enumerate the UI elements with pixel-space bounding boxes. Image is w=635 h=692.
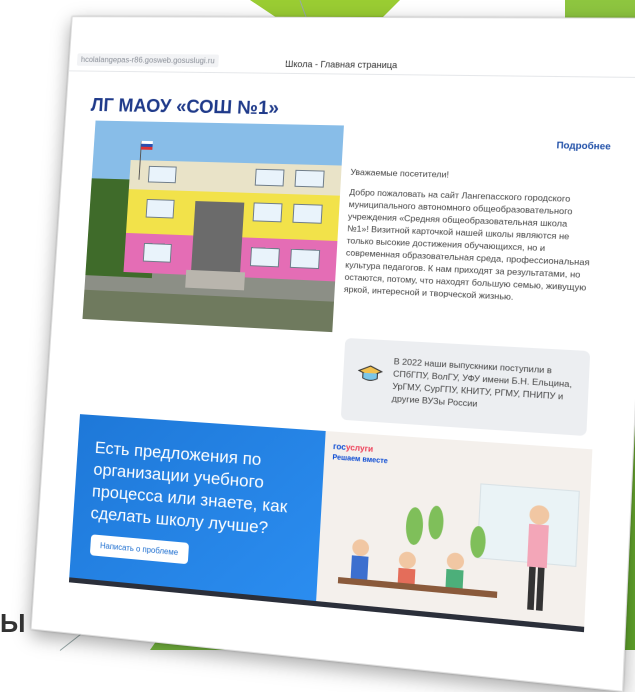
achievement-card: В 2022 наши выпускники поступили в СПбГП… — [340, 337, 591, 437]
feedback-promo-banner: Есть предложения по организации учебного… — [68, 414, 326, 607]
website-screenshot-card: hcolalangepas-r86.gosweb.gosuslugi.ru Шк… — [30, 16, 635, 692]
more-link[interactable]: Подробнее — [556, 140, 611, 152]
gosuslugi-illustration: госуслуги Решаем вместе — [315, 431, 593, 633]
url-bar[interactable]: hcolalangepas-r86.gosweb.gosuslugi.ru — [76, 53, 219, 68]
slide-fragment-text: Ы — [0, 608, 26, 638]
graduation-cap-icon — [357, 363, 383, 390]
page-tab-title: Школа - Главная страница — [284, 59, 398, 71]
school-title: ЛГ МАОУ «СОШ №1» — [90, 95, 280, 120]
promo-headline: Есть предложения по организации учебного… — [90, 437, 288, 538]
welcome-text-block: Уважаемые посетители! Добро пожаловать н… — [344, 166, 595, 307]
welcome-body: Добро пожаловать на сайт Лангепасского г… — [343, 186, 590, 302]
achievement-text: В 2022 наши выпускники поступили в СПбГП… — [391, 356, 573, 409]
classroom-illustration — [337, 431, 593, 611]
header-divider — [69, 70, 635, 79]
welcome-greeting: Уважаемые посетители! — [350, 166, 450, 180]
school-photo-art — [82, 120, 344, 333]
report-problem-button[interactable]: Написать о проблеме — [89, 534, 189, 565]
school-building-photo — [82, 120, 344, 333]
